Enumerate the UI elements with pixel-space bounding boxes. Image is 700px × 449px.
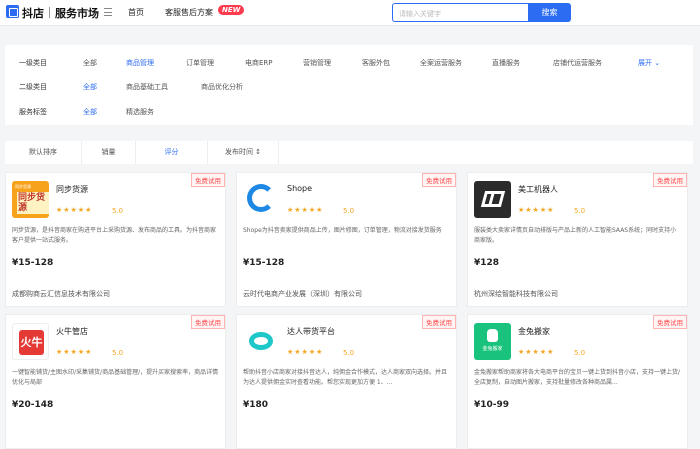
sort-sales[interactable]: 销量 <box>82 141 136 164</box>
filter-option[interactable]: 商品优化分析 <box>201 82 243 92</box>
service-thumbnail: 金兔搬家 <box>474 323 511 360</box>
service-title[interactable]: Shope <box>287 184 312 193</box>
filter-option-active[interactable]: 商品管理 <box>126 58 154 68</box>
free-trial-tag: 免费试用 <box>422 315 456 329</box>
huoniu-logo-icon: 火牛 <box>19 330 44 355</box>
rating-value: 5.0 <box>343 207 355 215</box>
filter-label-level1: 一级类目 <box>19 59 47 67</box>
filter-option[interactable]: 客服外包 <box>362 58 390 68</box>
service-thumbnail <box>243 181 280 218</box>
search-button[interactable]: 搜索 <box>528 3 571 22</box>
star-rating-icon: ★★★★★ <box>56 348 93 356</box>
service-thumbnail <box>243 323 280 360</box>
nav-home-link[interactable]: 首页 <box>128 7 144 18</box>
service-description: 同步货源，是抖音商家在购进平台上采购货源、发布商品的工具。为抖音商家客户提供一站… <box>12 227 217 244</box>
filter-option[interactable]: 电商ERP <box>245 58 273 68</box>
new-badge: NEW <box>218 5 245 15</box>
filter-option[interactable]: 商品基础工具 <box>126 82 168 92</box>
service-card[interactable]: 美工机器人 ★★★★★ 5.0 免费试用 服装类大卖家详情页自动排版与产品上新的… <box>467 172 688 307</box>
service-price: ¥15-128 <box>12 258 54 268</box>
meigong-logo-icon <box>480 191 506 207</box>
service-card[interactable]: 同步货源 同步货源 同步货源 ★★★★★ 5.0 免费试用 同步货源，是抖音商家… <box>5 172 226 307</box>
free-trial-tag: 免费试用 <box>653 173 687 187</box>
sort-publish-time[interactable]: 发布时间 ↕ <box>208 141 279 164</box>
filter-option[interactable]: 全部 <box>83 58 97 68</box>
star-rating-icon: ★★★★★ <box>287 348 324 356</box>
logo-text[interactable]: 抖店 <box>22 5 44 21</box>
service-thumbnail: 同步货源 同步货源 <box>12 181 49 218</box>
filter-option[interactable]: 营销管理 <box>303 58 331 68</box>
thumb-caption: 同步货源 <box>15 184 31 189</box>
service-company: 云时代电商产业发展（深圳）有限公司 <box>243 290 362 298</box>
service-price: ¥180 <box>243 400 269 410</box>
filter-option[interactable]: 直播服务 <box>492 58 520 68</box>
service-description: Shope为抖音卖家提供商品上传，图片修图，订单管理，物流对接发货服务 <box>243 227 442 234</box>
filter-option[interactable]: 精选服务 <box>126 107 154 117</box>
filter-option[interactable]: 店铺代运营服务 <box>553 58 602 68</box>
free-trial-tag: 免费试用 <box>191 315 225 329</box>
thumb-title: 同步货源 <box>17 192 49 214</box>
filter-option[interactable]: 订单管理 <box>186 58 214 68</box>
filter-row-level1: 一级类目 全部 商品管理 订单管理 电商ERP 营销管理 客服外包 全案运营服务… <box>5 53 693 73</box>
filter-panel: 一级类目 全部 商品管理 订单管理 电商ERP 营销管理 客服外包 全案运营服务… <box>5 45 693 125</box>
star-rating-icon: ★★★★★ <box>518 206 555 214</box>
rating-value: 5.0 <box>574 207 586 215</box>
service-market-title[interactable]: 服务市场 <box>55 5 99 21</box>
free-trial-tag: 免费试用 <box>422 173 456 187</box>
service-card[interactable]: Shope ★★★★★ 5.0 免费试用 Shope为抖音卖家提供商品上传，图片… <box>236 172 457 307</box>
filter-label-level2: 二级类目 <box>19 83 47 91</box>
logo-divider <box>49 7 50 18</box>
free-trial-tag: 免费试用 <box>653 315 687 329</box>
service-description: 金兔搬家帮助商家将各大电商平台的宝贝一键上货到抖音小店，支持一键上货/全店复制，… <box>474 369 681 386</box>
search-input[interactable]: 请输入关键字 <box>392 3 528 22</box>
thumb-title: 金兔搬家 <box>482 346 503 352</box>
service-price: ¥15-128 <box>243 258 285 268</box>
service-card[interactable]: 达人带货平台 ★★★★★ 5.0 免费试用 帮助抖音小店商家对接抖音达人，纯佣金… <box>236 314 457 449</box>
sort-bar: 默认排序 销量 评分 发布时间 ↕ <box>5 141 693 164</box>
star-rating-icon: ★★★★★ <box>287 206 324 214</box>
service-description: 一键智能铺货/主图水印/采集铺货/商品基础管理/，提升买家搜索率，商品详情优化与… <box>12 369 219 386</box>
filter-label-tags: 服务标签 <box>19 108 47 116</box>
expand-toggle[interactable]: 展开 ⌄ <box>638 58 660 68</box>
star-rating-icon: ★★★★★ <box>518 348 555 356</box>
service-card[interactable]: 金兔搬家 金兔搬家 ★★★★★ 5.0 免费试用 金兔搬家帮助商家将各大电商平台… <box>467 314 688 449</box>
service-title[interactable]: 达人带货平台 <box>287 326 335 337</box>
rating-value: 5.0 <box>343 349 355 357</box>
service-thumbnail: 火牛 <box>12 323 49 360</box>
rating-value: 5.0 <box>112 207 124 215</box>
service-title[interactable]: 同步货源 <box>56 184 88 195</box>
service-description: 帮助抖音小店商家对接抖音达人，纯佣金合作模式，达人商家双向选择。并且为达人提供佣… <box>243 369 448 386</box>
filter-option-active[interactable]: 全部 <box>83 107 97 117</box>
rating-value: 5.0 <box>112 349 124 357</box>
shope-logo-icon <box>247 184 275 212</box>
filter-row-tags: 服务标签 全部 精选服务 <box>5 102 693 122</box>
service-title[interactable]: 金兔搬家 <box>518 326 550 337</box>
nav-service-solution-link[interactable]: 客服售后方案 <box>165 7 213 18</box>
rating-value: 5.0 <box>574 349 586 357</box>
filter-row-level2: 二级类目 全部 商品基础工具 商品优化分析 <box>5 77 693 97</box>
sort-default[interactable]: 默认排序 <box>5 141 82 164</box>
filter-option-active[interactable]: 全部 <box>83 82 97 92</box>
service-price: ¥10-99 <box>474 400 510 410</box>
service-company: 杭州深绘智能科技有限公司 <box>474 290 558 298</box>
menu-icon[interactable] <box>104 8 112 16</box>
filter-option[interactable]: 全案运营服务 <box>420 58 462 68</box>
rabbit-logo-icon <box>487 329 498 342</box>
service-title[interactable]: 美工机器人 <box>518 184 558 195</box>
sort-rating[interactable]: 评分 <box>136 141 208 164</box>
doudian-logo-icon[interactable] <box>6 5 19 18</box>
service-price: ¥20-148 <box>12 400 54 410</box>
service-company: 成都购商云汇信息技术有限公司 <box>12 290 110 298</box>
daren-logo-icon <box>249 332 273 350</box>
service-title[interactable]: 火牛管店 <box>56 326 88 337</box>
service-description: 服装类大卖家详情页自动排版与产品上新的人工智能SAAS系统；同时支持小商家版。 <box>474 227 677 244</box>
star-rating-icon: ★★★★★ <box>56 206 93 214</box>
service-thumbnail <box>474 181 511 218</box>
service-card[interactable]: 火牛 火牛管店 ★★★★★ 5.0 免费试用 一键智能铺货/主图水印/采集铺货/… <box>5 314 226 449</box>
top-header: 抖店 服务市场 首页 客服售后方案 NEW 请输入关键字 搜索 <box>0 0 700 26</box>
free-trial-tag: 免费试用 <box>191 173 225 187</box>
service-price: ¥128 <box>474 258 500 268</box>
